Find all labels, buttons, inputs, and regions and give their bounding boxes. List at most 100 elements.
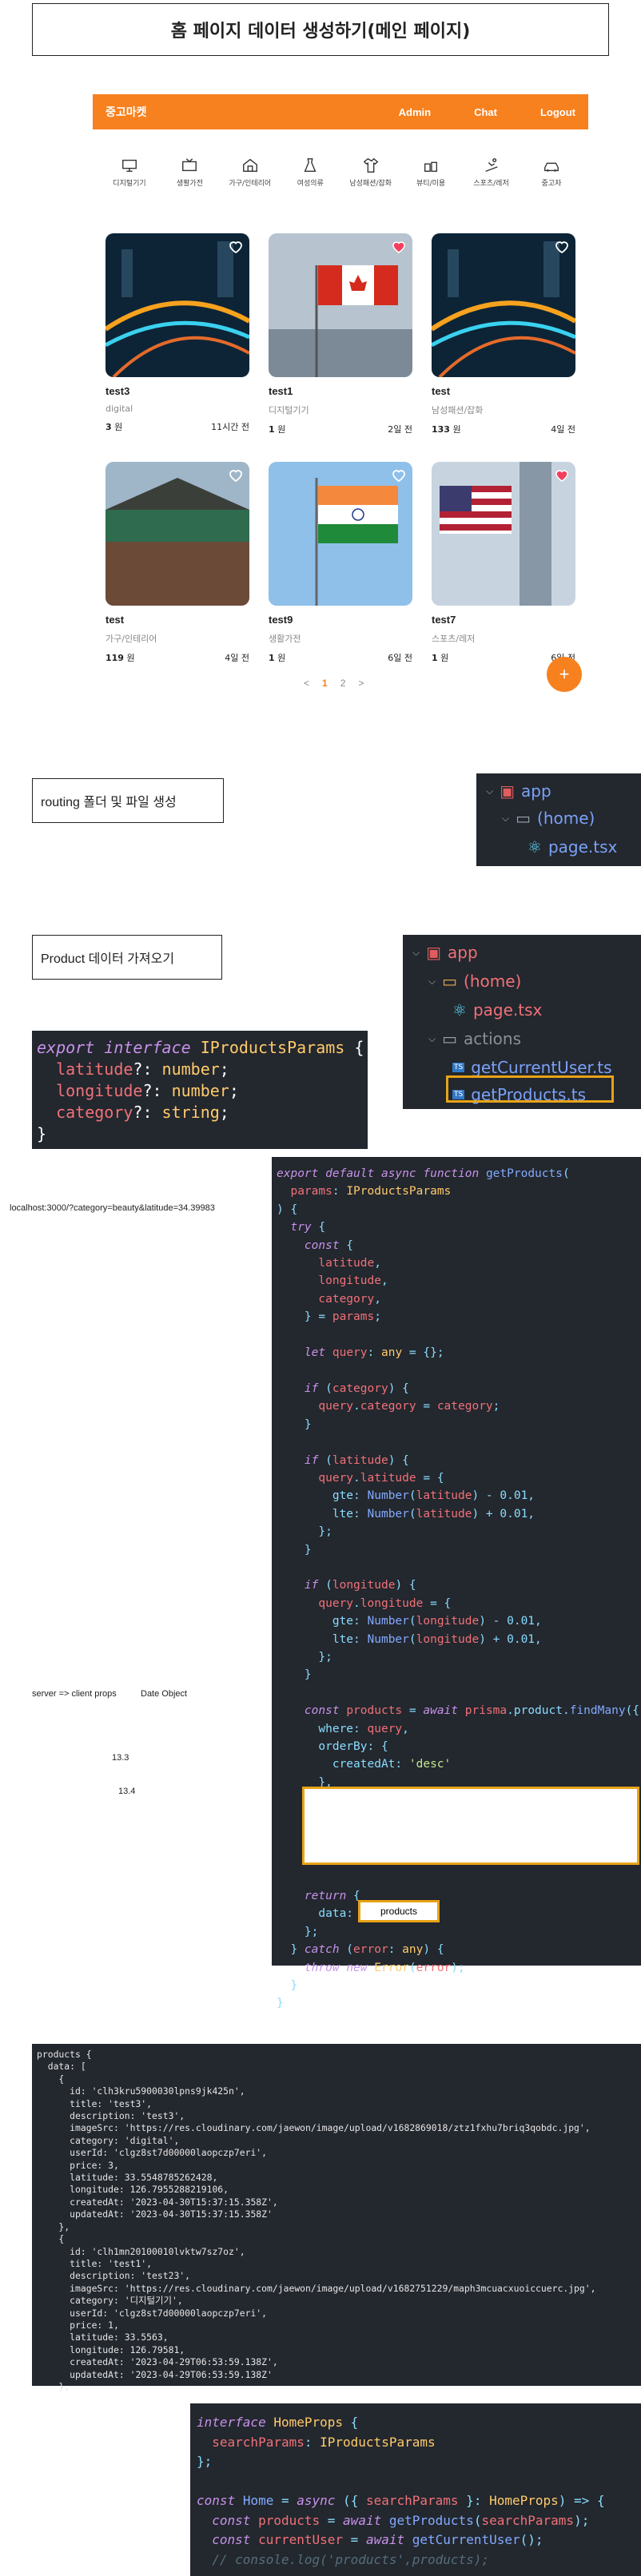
product-card[interactable]: test7스포츠/레저1 원6일 전	[432, 462, 575, 664]
prev-page-button[interactable]: <	[304, 678, 309, 689]
product-title: test	[432, 385, 451, 397]
product-time: 11시간 전	[211, 422, 249, 432]
dress-icon	[304, 158, 317, 173]
get-products-code-panel: export default async function getProduct…	[272, 1157, 641, 2010]
ts-icon: TS	[452, 1063, 465, 1072]
folder-icon: ▭	[516, 809, 532, 828]
product-time: 4일 전	[225, 653, 249, 663]
page-2-button[interactable]: 2	[340, 678, 346, 689]
heart-icon[interactable]	[555, 240, 569, 254]
product-image[interactable]	[432, 233, 575, 377]
product-title: test3	[106, 385, 130, 397]
products-dump-panel: products { data: [ { id: 'clh3kru5900030…	[32, 2044, 641, 2392]
product-price: 119 원	[106, 653, 135, 663]
product-price: 1 원	[269, 653, 286, 663]
product-image[interactable]	[432, 462, 575, 606]
category-women[interactable]: 여성의류	[285, 157, 336, 188]
app-header: 중고마켓 Admin Chat Logout	[93, 94, 588, 129]
react-icon: ⚛	[528, 837, 542, 857]
file-tree-product: ⌵ ▣ app ⌵ ▭ (home) ⚛ page.tsx ⌵ ▭ actions TS get…	[403, 935, 641, 1109]
react-icon: ⚛	[452, 1000, 467, 1020]
house-icon	[242, 158, 257, 173]
heart-icon[interactable]	[229, 468, 243, 483]
routing-label: routing 폴더 및 파일 생성	[32, 778, 224, 823]
products-label: products	[358, 1900, 440, 1922]
file-tree-routing: ⌵ ▣ app ⌵ ▭ (home) ⚛ page.tsx	[476, 773, 641, 866]
product-category: digital	[106, 403, 133, 414]
page-title: 홈 페이지 데이터 생성하기(메인 페이지)	[32, 3, 609, 56]
chevron-down-icon: ⌵	[412, 946, 420, 958]
product-category: 남성패션/잡화	[432, 405, 484, 415]
nav-chat[interactable]: Chat	[474, 106, 497, 118]
product-time: 2일 전	[388, 424, 412, 435]
folder-icon: ▭	[442, 1029, 458, 1048]
pagination: < 1 2 >	[304, 678, 364, 689]
product-category: 스포츠/레저	[432, 634, 476, 644]
shirt-icon	[363, 157, 378, 173]
server-note: server => client props	[32, 1689, 117, 1699]
category-furniture[interactable]: 가구/인테리어	[225, 157, 276, 188]
product-price: 1 원	[269, 424, 286, 435]
product-title: test9	[269, 614, 293, 626]
pc-icon	[122, 159, 137, 173]
product-image[interactable]	[269, 462, 412, 606]
category-sports[interactable]: 스포츠/레저	[466, 157, 517, 188]
chevron-down-icon: ⌵	[428, 1032, 436, 1044]
product-card[interactable]: test3 digital 3 원 11시간 전	[106, 233, 249, 433]
product-category: 가구/인테리어	[106, 634, 157, 644]
product-category: 생활가전	[269, 634, 301, 644]
highlight-box	[446, 1075, 614, 1103]
product-card[interactable]: test 남성패션/잡화 133 원 4일 전	[432, 233, 575, 435]
product-image[interactable]	[106, 233, 249, 377]
product-card[interactable]: test1 디지털기기 1 원 2일 전	[269, 233, 412, 435]
date-note: Date Object	[141, 1689, 188, 1699]
category-appliance[interactable]: 생활가전	[164, 157, 215, 188]
folder-icon: ▣	[426, 943, 442, 962]
car-icon	[544, 162, 559, 172]
product-price: 3 원	[106, 422, 123, 432]
interface-code: export interface IProductsParams { latit…	[37, 1038, 364, 1143]
page-1-button[interactable]: 1	[322, 678, 328, 689]
chevron-down-icon: ⌵	[428, 975, 436, 987]
url-note: localhost:3000/?category=beauty&latitude…	[10, 1203, 215, 1213]
interface-code-panel: export interface IProductsParams { latit…	[32, 1031, 368, 1149]
add-product-button[interactable]: +	[547, 657, 582, 692]
product-image[interactable]	[269, 233, 412, 377]
version-note: 13.4	[118, 1787, 136, 1796]
home-code-panel: interface HomeProps { searchParams: IPro…	[190, 2403, 641, 2576]
heart-icon[interactable]	[392, 240, 406, 254]
version-note: 13.3	[112, 1753, 129, 1763]
next-page-button[interactable]: >	[358, 678, 364, 689]
get-products-code: export default async function getProduct…	[277, 1167, 640, 1807]
product-time: 4일 전	[551, 424, 575, 435]
category-men[interactable]: 남성패션/잡화	[345, 157, 396, 188]
home-code: interface HomeProps { searchParams: IPro…	[197, 2415, 605, 2567]
product-label: Product 데이터 가져오기	[32, 935, 222, 980]
chevron-down-icon: ⌵	[486, 785, 494, 797]
heart-icon[interactable]	[392, 468, 406, 483]
ski-icon	[484, 158, 498, 172]
lipstick-icon	[424, 161, 438, 173]
product-title: test1	[269, 385, 293, 397]
product-title: test7	[432, 614, 456, 626]
product-card[interactable]: test9 생활가전 1 원 6일 전	[269, 462, 412, 664]
category-digital[interactable]: 디지털기기	[104, 157, 155, 188]
category-beauty[interactable]: 뷰티/미용	[405, 157, 456, 188]
tv-icon	[182, 158, 197, 172]
products-dump: products { data: [ { id: 'clh3kru5900030…	[37, 2049, 596, 2392]
product-image[interactable]	[106, 462, 249, 606]
nav-admin[interactable]: Admin	[399, 106, 431, 118]
product-price: 1 원	[432, 653, 449, 663]
logo[interactable]: 중고마켓	[106, 104, 356, 120]
product-category: 디지털기기	[269, 405, 309, 415]
product-time: 6일 전	[388, 653, 412, 663]
category-car[interactable]: 중고차	[526, 157, 577, 188]
product-card[interactable]: test 가구/인테리어 119 원 4일 전	[106, 462, 249, 664]
highlight-box	[302, 1787, 639, 1865]
heart-icon[interactable]	[229, 240, 243, 254]
product-price: 133 원	[432, 424, 461, 435]
folder-icon: ▭	[442, 972, 458, 991]
chevron-down-icon: ⌵	[502, 812, 510, 824]
heart-icon[interactable]	[555, 468, 569, 483]
nav-logout[interactable]: Logout	[540, 106, 575, 118]
